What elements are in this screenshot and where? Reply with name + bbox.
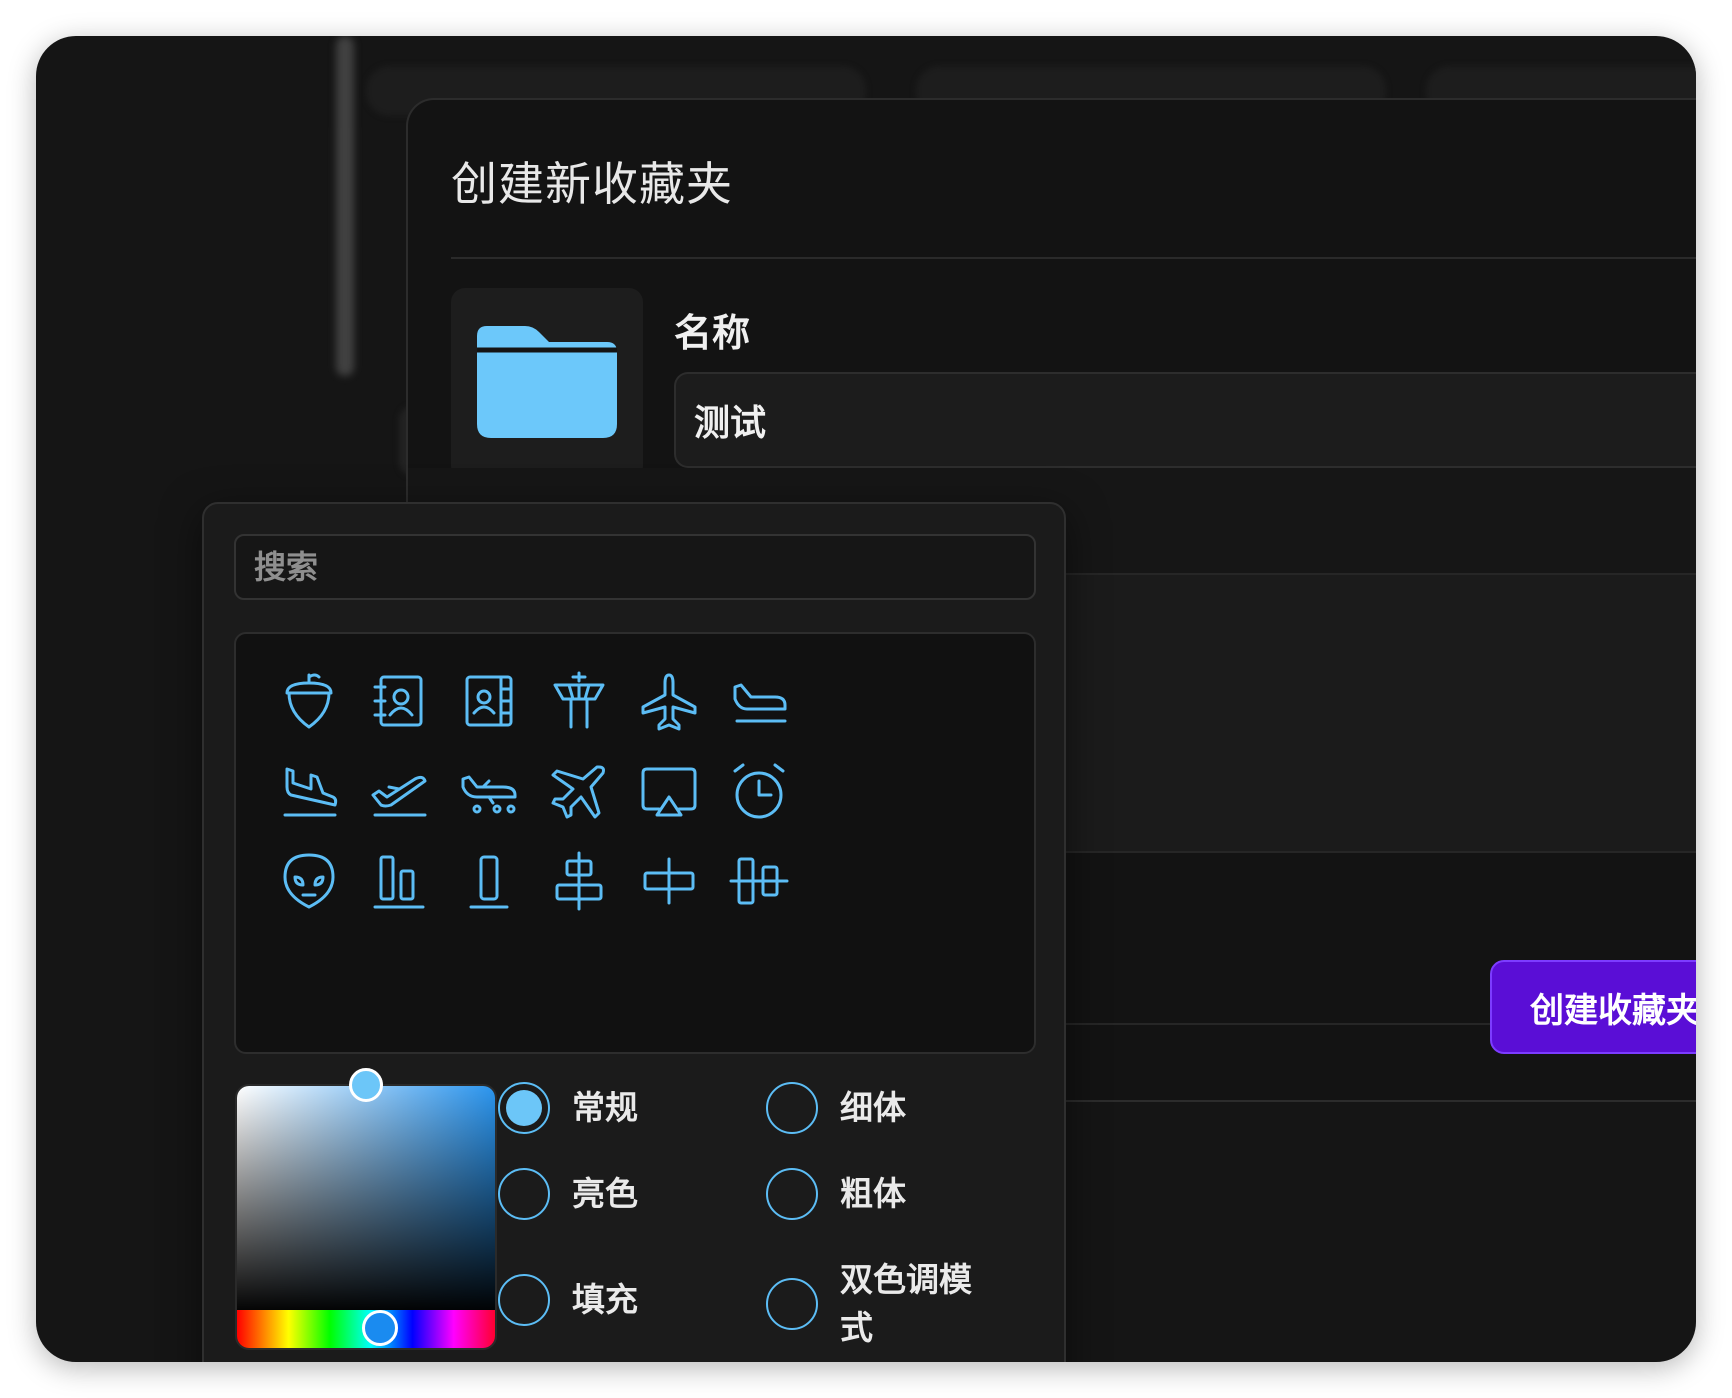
alarm-icon[interactable]	[714, 746, 804, 836]
weight-option-bold[interactable]: 粗体	[766, 1168, 906, 1220]
weight-option-regular[interactable]: 常规	[498, 1082, 638, 1134]
airplane-icon[interactable]	[624, 656, 714, 746]
airplay-icon[interactable]	[624, 746, 714, 836]
alien-icon[interactable]	[264, 836, 354, 926]
hue-slider-handle[interactable]	[362, 1310, 398, 1346]
app-window: 创建新收藏夹 名称 测试 创建收藏夹 搜索 常规 细体 亮色 粗体 填充 双色调…	[36, 36, 1696, 1362]
create-folder-button[interactable]: 创建收藏夹	[1490, 960, 1696, 1054]
radio[interactable]	[766, 1277, 818, 1330]
radio[interactable]	[766, 1082, 818, 1134]
divider	[451, 257, 1696, 259]
align-center-horizontal-simple-icon[interactable]	[624, 836, 714, 926]
weight-option-label: 粗体	[840, 1174, 906, 1214]
saturation-value-area[interactable]	[237, 1086, 495, 1314]
weight-option-duotone[interactable]: 双色调模式	[766, 1256, 988, 1352]
weight-option-label: 填充	[572, 1280, 638, 1320]
folder-icon	[477, 326, 617, 438]
icon-picker-popover: 常规 细体 亮色 粗体 填充 双色调模式	[202, 502, 1066, 1362]
dialog-title: 创建新收藏夹	[451, 157, 733, 211]
align-bottom-simple-icon[interactable]	[444, 836, 534, 926]
create-folder-button-label: 创建收藏夹	[1530, 990, 1696, 1031]
align-bottom-icon[interactable]	[354, 836, 444, 926]
radio-selected[interactable]	[498, 1082, 550, 1134]
radio[interactable]	[498, 1274, 550, 1326]
airplane-tilt-icon[interactable]	[534, 746, 624, 836]
address-book-tabs-icon[interactable]	[444, 656, 534, 746]
weight-option-label: 细体	[840, 1088, 906, 1128]
folder-icon-button[interactable]	[451, 288, 643, 480]
weight-option-label: 常规	[572, 1088, 638, 1128]
align-center-horizontal-icon[interactable]	[534, 836, 624, 926]
air-traffic-control-icon[interactable]	[534, 656, 624, 746]
weight-option-label: 双色调模式	[840, 1260, 972, 1347]
airplane-landing-icon[interactable]	[264, 746, 354, 836]
acorn-icon[interactable]	[264, 656, 354, 746]
color-picker-handle[interactable]	[349, 1068, 383, 1102]
airplane-in-flight-icon[interactable]	[714, 656, 804, 746]
weight-option-thin[interactable]: 细体	[766, 1082, 906, 1134]
icon-search-input[interactable]	[234, 534, 1036, 600]
name-input[interactable]: 测试	[674, 372, 1696, 468]
radio[interactable]	[498, 1168, 550, 1220]
weight-option-label: 亮色	[572, 1174, 638, 1214]
icon-grid	[234, 632, 1036, 1054]
address-book-icon[interactable]	[354, 656, 444, 746]
airplane-taxiing-icon[interactable]	[444, 746, 534, 836]
color-picker[interactable]	[235, 1084, 497, 1350]
radio[interactable]	[766, 1168, 818, 1220]
weight-option-fill[interactable]: 填充	[498, 1274, 638, 1326]
name-input-value: 测试	[694, 403, 767, 444]
weight-option-light[interactable]: 亮色	[498, 1168, 638, 1220]
name-label: 名称	[674, 311, 751, 355]
background-scrollbar	[336, 36, 354, 376]
airplane-takeoff-icon[interactable]	[354, 746, 444, 836]
align-center-vertical-icon[interactable]	[714, 836, 804, 926]
